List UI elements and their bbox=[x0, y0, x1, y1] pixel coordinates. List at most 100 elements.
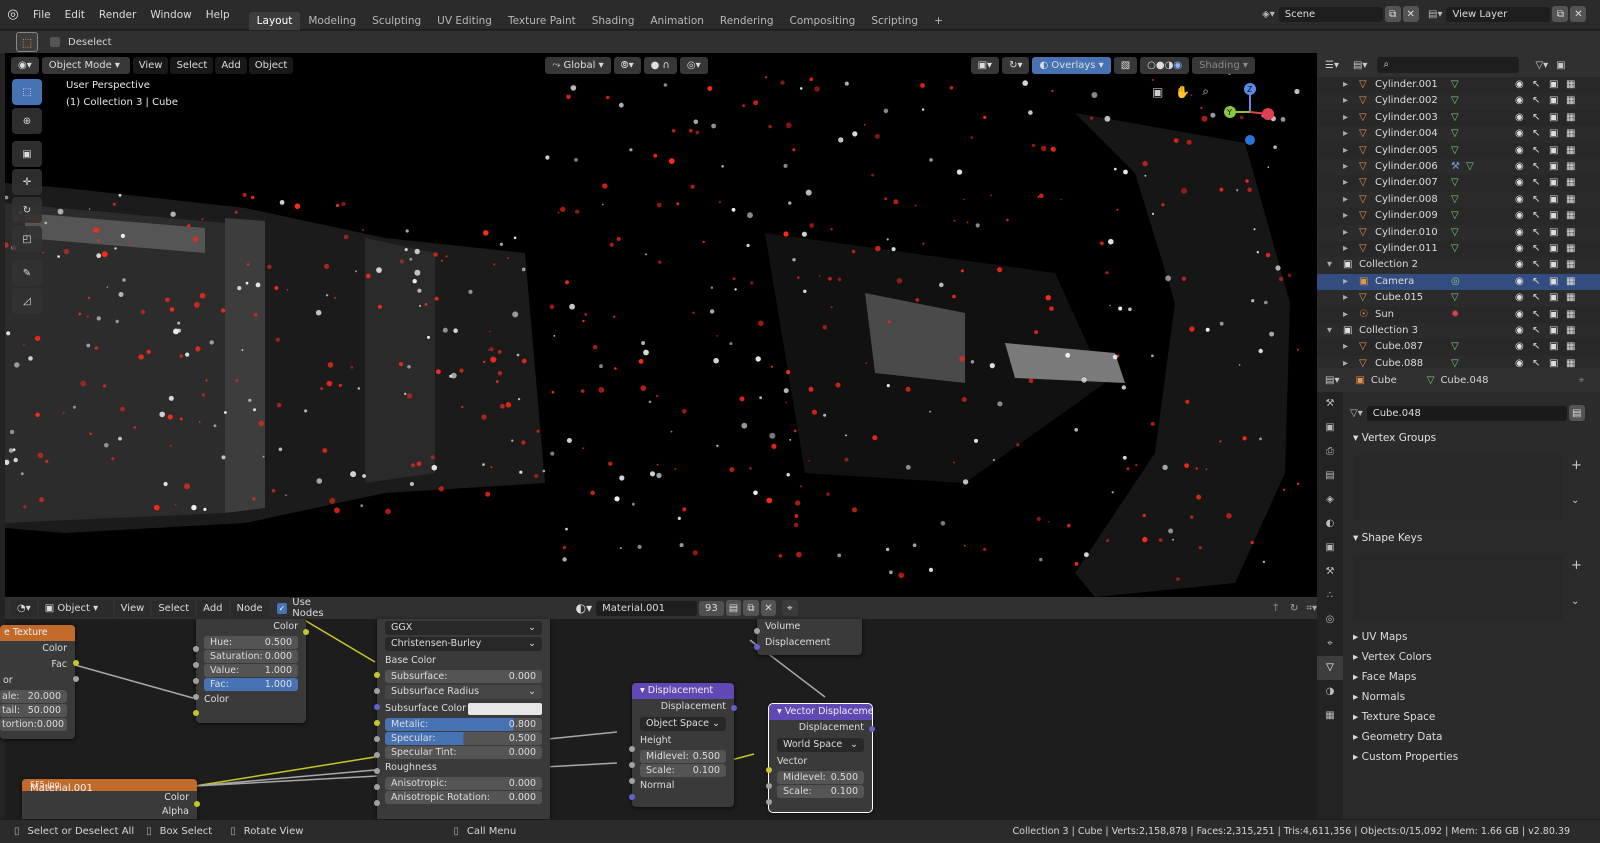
menu-edit[interactable]: Edit bbox=[58, 9, 92, 21]
selectable-arrow-icon[interactable]: ↖ bbox=[1532, 192, 1540, 208]
tab-physics-icon[interactable]: ◎ bbox=[1317, 608, 1343, 632]
selectable-arrow-icon[interactable]: ↖ bbox=[1532, 143, 1540, 159]
xray-icon[interactable]: ▧ bbox=[1113, 56, 1138, 74]
volume-socket[interactable] bbox=[754, 628, 760, 634]
outliner-row[interactable]: ▸ ▽ Cylinder.003 ▽ ◉ ↖ ▣ ▦ bbox=[1317, 110, 1600, 126]
panel-vertex-groups[interactable]: ▾ Vertex Groups bbox=[1343, 428, 1600, 448]
noise-scale-field[interactable]: ale: 20.000 bbox=[0, 690, 67, 703]
selectable-arrow-icon[interactable]: ↖ bbox=[1532, 323, 1540, 339]
viewport-monitor-icon[interactable]: ▣ bbox=[1549, 241, 1558, 257]
proportional-edit-icon[interactable]: ◎▾ bbox=[679, 56, 708, 74]
hsv-color-in-socket[interactable] bbox=[193, 710, 199, 716]
expand-arrow-icon[interactable]: ▸ bbox=[1343, 93, 1348, 109]
outliner-editor-type-icon[interactable]: ☰▾ bbox=[1325, 60, 1339, 71]
noise-detail-field[interactable]: tail: 50.000 bbox=[0, 704, 67, 717]
viewport-monitor-icon[interactable]: ▣ bbox=[1549, 307, 1558, 323]
new-collection-icon[interactable]: ▣ bbox=[1556, 60, 1565, 71]
render-camera-icon[interactable]: ▦ bbox=[1566, 307, 1575, 323]
visibility-eye-icon[interactable]: ◉ bbox=[1515, 225, 1524, 241]
tool-rotate[interactable]: ↻ bbox=[12, 197, 42, 223]
tab-shading[interactable]: Shading bbox=[584, 12, 643, 30]
viewport-monitor-icon[interactable]: ▣ bbox=[1549, 77, 1558, 93]
selectable-arrow-icon[interactable]: ↖ bbox=[1532, 339, 1540, 355]
material-users-count[interactable]: 93 bbox=[699, 600, 724, 616]
tab-view-layer-icon[interactable]: ▤ bbox=[1317, 464, 1343, 488]
noise-color-socket[interactable] bbox=[73, 660, 79, 666]
selectable-arrow-icon[interactable]: ↖ bbox=[1532, 93, 1540, 109]
properties-editor-type-icon[interactable]: ▤▾ bbox=[1325, 375, 1339, 386]
anisotropic-field[interactable]: Anisotropic: 0.000 bbox=[385, 777, 542, 790]
vertex-groups-menu-icon[interactable]: ⌄ bbox=[1571, 495, 1579, 506]
render-camera-icon[interactable]: ▦ bbox=[1566, 241, 1575, 257]
height-socket[interactable] bbox=[629, 746, 635, 752]
view-layer-icon[interactable]: ▤▾ bbox=[1428, 9, 1442, 20]
panel-geometry-data[interactable]: ▸ Geometry Data bbox=[1343, 728, 1600, 747]
displacement-scale-field[interactable]: Scale: 0.100 bbox=[640, 764, 726, 777]
vector-disp-out-socket[interactable] bbox=[869, 726, 875, 732]
outliner-row[interactable]: ▸ ▽ Cube.015 ▽ ◉ ↖ ▣ ▦ bbox=[1317, 290, 1600, 307]
material-browse-icon[interactable]: ◐▾ bbox=[576, 601, 593, 615]
vector-space-dropdown[interactable]: World Space ⌄ bbox=[777, 738, 864, 752]
expand-arrow-icon[interactable]: ▸ bbox=[1343, 307, 1348, 323]
expand-arrow-icon[interactable]: ▾ bbox=[1327, 323, 1332, 339]
tab-constraints-icon[interactable]: ⌖ bbox=[1317, 632, 1343, 656]
material-copy-icon[interactable]: ⧉ bbox=[743, 600, 759, 616]
viewport-monitor-icon[interactable]: ▣ bbox=[1549, 339, 1558, 355]
shape-keys-menu-icon[interactable]: ⌄ bbox=[1571, 596, 1579, 607]
use-nodes-checkbox[interactable]: ✓ bbox=[276, 602, 288, 614]
node-menu-select[interactable]: Select bbox=[152, 599, 196, 617]
panel-texture-space[interactable]: ▸ Texture Space bbox=[1343, 708, 1600, 727]
subsurface-color-socket[interactable] bbox=[374, 720, 380, 726]
viewport-monitor-icon[interactable]: ▣ bbox=[1549, 208, 1558, 224]
outliner-row[interactable]: ▾ ▣ Collection 3 ◉ ↖ ▣ ▦ bbox=[1317, 323, 1600, 340]
shading-dropdown[interactable]: Shading ▾ bbox=[1192, 56, 1255, 74]
expand-arrow-icon[interactable]: ▸ bbox=[1343, 110, 1348, 126]
expand-arrow-icon[interactable]: ▸ bbox=[1343, 159, 1348, 175]
hsv-saturation-field[interactable]: Saturation: 0.000 bbox=[204, 650, 298, 663]
fake-user-icon[interactable]: ▤ bbox=[725, 600, 742, 616]
scene-copy-icon[interactable]: ⧉ bbox=[1384, 6, 1401, 22]
viewport-monitor-icon[interactable]: ▣ bbox=[1549, 143, 1558, 159]
expand-arrow-icon[interactable]: ▸ bbox=[1343, 274, 1348, 290]
render-camera-icon[interactable]: ▦ bbox=[1566, 110, 1575, 126]
tab-object-icon[interactable]: ▣ bbox=[1317, 536, 1343, 560]
scene-close-icon[interactable]: ✕ bbox=[1402, 6, 1419, 22]
visibility-eye-icon[interactable]: ◉ bbox=[1515, 93, 1524, 109]
principled-bsdf-node[interactable]: GGX ⌄ Christensen-Burley ⌄ Base Color Subs… bbox=[377, 619, 550, 819]
visibility-eye-icon[interactable]: ◉ bbox=[1515, 110, 1524, 126]
visibility-eye-icon[interactable]: ◉ bbox=[1515, 241, 1524, 257]
object-mode-dropdown[interactable]: Object Mode ▾ bbox=[41, 56, 130, 74]
viewport-monitor-icon[interactable]: ▣ bbox=[1549, 126, 1558, 142]
hsv-sat-socket[interactable] bbox=[193, 662, 199, 668]
visibility-eye-icon[interactable]: ◉ bbox=[1515, 126, 1524, 142]
vector-scale-field[interactable]: Scale: 0.100 bbox=[777, 785, 864, 798]
visibility-eye-icon[interactable]: ◉ bbox=[1515, 257, 1524, 273]
outliner-row[interactable]: ▾ ▣ Collection 2 ◉ ↖ ▣ ▦ bbox=[1317, 257, 1600, 274]
tool-select-box[interactable]: ⬚ bbox=[12, 79, 42, 105]
select-tool-icon[interactable]: ⬚ bbox=[16, 32, 38, 52]
specular-field[interactable]: Specular: 0.500 bbox=[385, 732, 542, 745]
viewport-monitor-icon[interactable]: ▣ bbox=[1549, 175, 1558, 191]
outliner[interactable]: ☰▾ ▤▾ ⌕ ▽▾ ▣ ▸ ▽ Cylinder.001 ▽ ◉ ↖ ▣ ▦ ▸ ▽ Cylind… bbox=[1317, 53, 1600, 373]
view-layer-copy-icon[interactable]: ⧉ bbox=[1552, 6, 1569, 22]
material-name-field[interactable]: Material.001 bbox=[596, 600, 698, 616]
render-camera-icon[interactable]: ▦ bbox=[1566, 339, 1575, 355]
displacement-out-socket[interactable] bbox=[731, 705, 737, 711]
displacement-space-dropdown[interactable]: Object Space ⌄ bbox=[640, 717, 726, 731]
vector-midlevel-field[interactable]: Midlevel: 0.500 bbox=[777, 771, 864, 784]
hue-saturation-node[interactable]: Color Hue: 0.500 Saturation: 0.000 Value: 1… bbox=[196, 619, 306, 723]
gizmo-toggle-icon[interactable]: ↻▾ bbox=[1002, 56, 1030, 74]
tab-tool-icon[interactable]: ⚒ bbox=[1317, 392, 1343, 416]
displacement-node[interactable]: ▾ Displacement Displacement Object Space… bbox=[632, 683, 734, 807]
mesh-name[interactable]: Cube.048 bbox=[1440, 375, 1488, 386]
viewport-monitor-icon[interactable]: ▣ bbox=[1549, 257, 1558, 273]
outliner-row[interactable]: ▸ ☉ Sun ✹ ◉ ↖ ▣ ▦ bbox=[1317, 307, 1600, 323]
overlays-dropdown[interactable]: ◐ Overlays ▾ bbox=[1032, 56, 1111, 74]
tab-compositing[interactable]: Compositing bbox=[782, 12, 864, 30]
add-workspace-icon[interactable]: + bbox=[926, 12, 951, 30]
deselect-checkbox[interactable] bbox=[50, 37, 60, 47]
selectable-arrow-icon[interactable]: ↖ bbox=[1532, 225, 1540, 241]
tab-rendering[interactable]: Rendering bbox=[712, 12, 782, 30]
scale-socket[interactable] bbox=[629, 778, 635, 784]
menu-help[interactable]: Help bbox=[199, 9, 237, 21]
